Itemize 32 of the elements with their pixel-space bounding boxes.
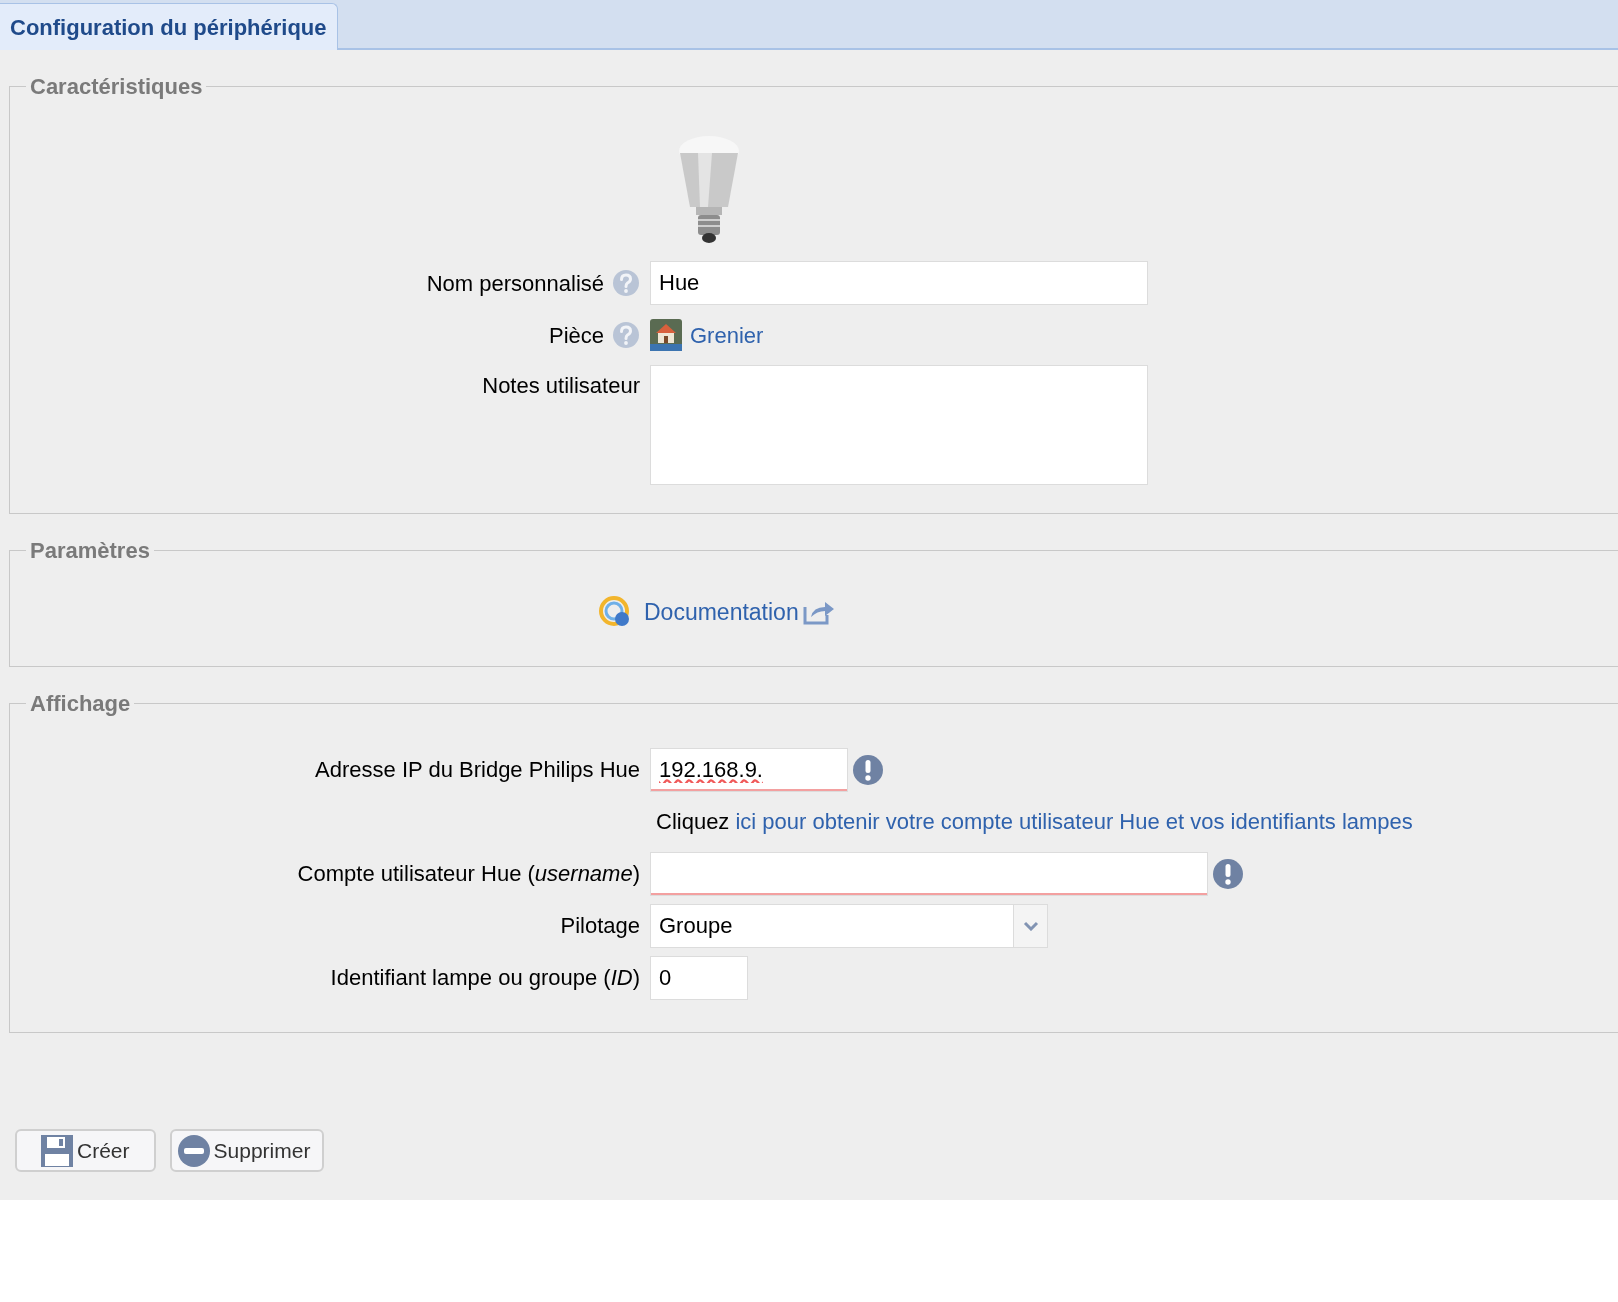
field-label: Identifiant lampe ou groupe (ID): [330, 964, 640, 992]
tab[interactable]: Configuration du périphérique: [0, 3, 338, 50]
house-icon: [650, 319, 682, 351]
text-field[interactable]: [650, 851, 1208, 896]
section-legend: Paramètres: [26, 534, 154, 567]
field-label: Nom personnalisé: [426, 269, 604, 298]
delete-button[interactable]: Supprimer: [169, 1129, 325, 1172]
chevron-down-icon: [1022, 920, 1039, 931]
hint-link[interactable]: ici pour obtenir votre compte utilisateur Hue et vos identifiants lampes: [735, 805, 1413, 838]
text-field[interactable]: 0: [650, 955, 748, 1000]
section-legend: Affichage: [26, 686, 135, 720]
warning-icon: [852, 753, 884, 786]
text-field[interactable]: 192.168.9.: [650, 747, 848, 792]
minus-circle-icon: [177, 1134, 210, 1167]
field-label: Notes utilisateur: [482, 372, 640, 400]
light-bulb-icon: [678, 135, 740, 245]
field-label: Pilotage: [560, 912, 640, 940]
section-legend: Caractéristiques: [26, 70, 207, 103]
select-field[interactable]: Groupe: [650, 903, 1048, 948]
hint-text: Cliquez: [656, 808, 730, 836]
notes-field[interactable]: [650, 365, 1148, 485]
text-field[interactable]: Hue: [650, 261, 1148, 305]
field-label: Adresse IP du Bridge Philips Hue: [315, 756, 640, 784]
help-icon[interactable]: [612, 269, 640, 297]
field-label: Pièce: [548, 321, 604, 350]
documentation-link[interactable]: Documentation: [644, 595, 799, 630]
field-label: Compte utilisateur Hue (username): [297, 860, 640, 888]
warning-icon: [1212, 857, 1244, 890]
create-button[interactable]: Créer: [15, 1129, 156, 1172]
room-link[interactable]: Grenier: [690, 318, 764, 352]
external-link-icon: [802, 599, 835, 626]
help-icon[interactable]: [612, 321, 640, 349]
